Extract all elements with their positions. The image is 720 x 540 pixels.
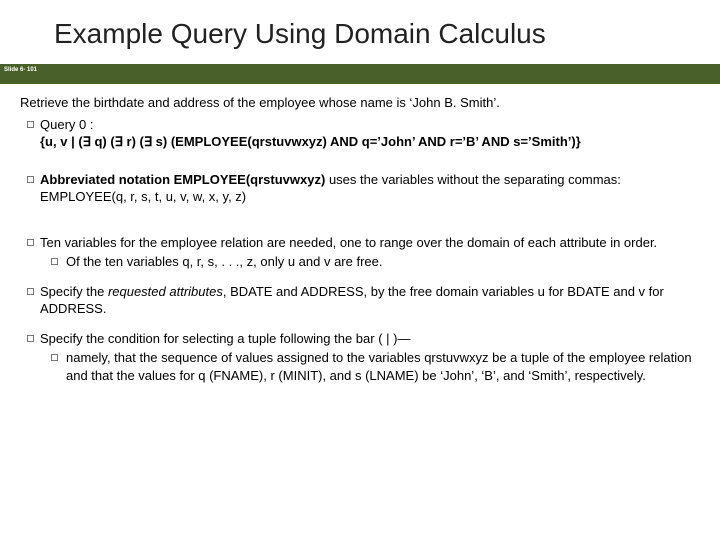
accent-bar: Slide 6- 101: [0, 64, 720, 84]
subbullet-marker: [40, 349, 66, 384]
specify1-a: Specify the: [40, 284, 108, 299]
bullet-marker: [20, 116, 40, 151]
subbullet-tenvars: Of the ten variables q, r, s, . . ., z, …: [40, 253, 700, 271]
bullet-text: Ten variables for the employee relation …: [40, 234, 700, 271]
bullet-text: Abbreviated notation EMPLOYEE(qrstuvwxyz…: [40, 171, 700, 206]
bullet-abbrev: Abbreviated notation EMPLOYEE(qrstuvwxyz…: [20, 171, 700, 206]
bullet-marker: [20, 234, 40, 271]
bullet-query0: Query 0 : {u, v | (∃ q) (∃ r) (∃ s) (EMP…: [20, 116, 700, 151]
bullet-text: Specify the condition for selecting a tu…: [40, 330, 700, 385]
bullet-marker: [20, 330, 40, 385]
abbrev-prefix: Abbreviated notation EMPLOYEE(qrstuvwxyz…: [40, 172, 325, 187]
bullet-marker: [20, 171, 40, 206]
subbullet-text: namely, that the sequence of values assi…: [66, 349, 700, 384]
slide-title: Example Query Using Domain Calculus: [0, 0, 720, 64]
subbullet-text: Of the ten variables q, r, s, . . ., z, …: [66, 253, 700, 271]
bullet-text: Specify the requested attributes, BDATE …: [40, 283, 700, 318]
bullet-tenvars: Ten variables for the employee relation …: [20, 234, 700, 271]
query0-label: Query 0 :: [40, 117, 93, 132]
specify1-b: requested attributes: [108, 284, 223, 299]
slide: Example Query Using Domain Calculus Slid…: [0, 0, 720, 540]
content-area: Retrieve the birthdate and address of th…: [0, 84, 720, 397]
subbullet-specify2: namely, that the sequence of values assi…: [40, 349, 700, 384]
bullet-text: Query 0 : {u, v | (∃ q) (∃ r) (∃ s) (EMP…: [40, 116, 700, 151]
bullet-specify2: Specify the condition for selecting a tu…: [20, 330, 700, 385]
tenvars-text: Ten variables for the employee relation …: [40, 235, 657, 250]
bullet-specify1: Specify the requested attributes, BDATE …: [20, 283, 700, 318]
specify2-text: Specify the condition for selecting a tu…: [40, 331, 410, 346]
intro-text: Retrieve the birthdate and address of th…: [20, 94, 700, 112]
query0-body: {u, v | (∃ q) (∃ r) (∃ s) (EMPLOYEE(qrst…: [40, 134, 581, 149]
subbullet-marker: [40, 253, 66, 271]
slide-number-label: Slide 6- 101: [4, 67, 37, 74]
bullet-marker: [20, 283, 40, 318]
